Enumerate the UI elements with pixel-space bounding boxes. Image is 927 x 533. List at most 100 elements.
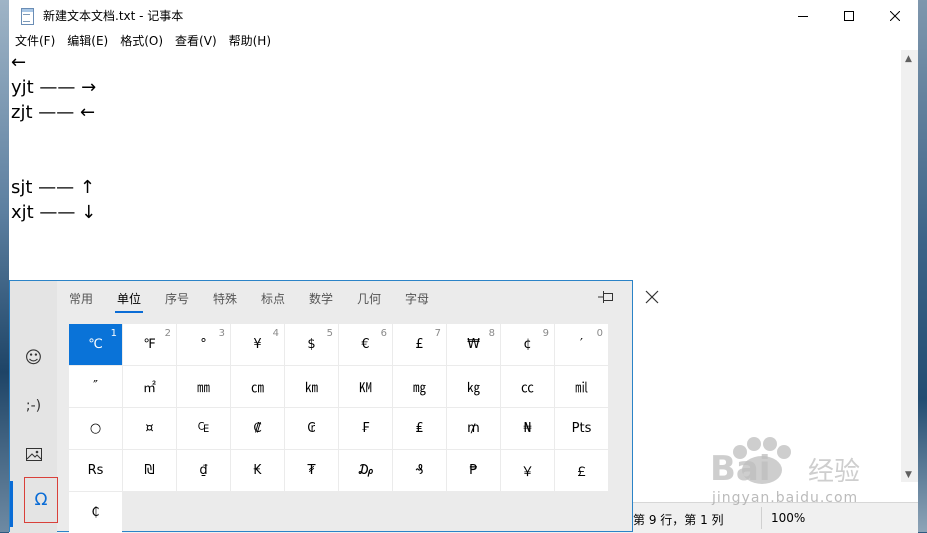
symbol-cell[interactable]: ㏄ (501, 366, 554, 407)
symbol-glyph: ₪ (144, 463, 155, 478)
symbol-cell[interactable]: £7 (393, 324, 446, 365)
tab-common[interactable]: 常用 (69, 290, 93, 307)
tab-letters[interactable]: 字母 (405, 290, 429, 307)
symbol-cell[interactable]: ₱ (447, 450, 500, 491)
tab-math[interactable]: 数学 (309, 290, 333, 307)
cursor-position: 第 9 行，第 1 列 (633, 513, 724, 527)
symbol-cell[interactable]: ㏕ (555, 366, 608, 407)
symbol-cell[interactable]: ㏎ (339, 366, 392, 407)
symbol-cell[interactable]: ₥ (447, 408, 500, 449)
tab-serial[interactable]: 序号 (165, 290, 189, 307)
scroll-down-icon[interactable]: ▼ (905, 470, 912, 480)
symbol-glyph: ¤ (145, 421, 154, 436)
symbol-cell[interactable]: ㎜ (177, 366, 230, 407)
symbols-category-button[interactable]: Ω (24, 477, 58, 523)
symbol-cell[interactable]: ￥ (501, 450, 554, 491)
tab-punctuation[interactable]: 标点 (261, 290, 285, 307)
symbol-cell[interactable]: ₰ (393, 450, 446, 491)
pin-button[interactable] (597, 289, 617, 305)
symbol-cell[interactable]: ¢ 9 (501, 324, 554, 365)
tab-geometry[interactable]: 几何 (357, 290, 381, 307)
smiley-icon: ☺ (24, 348, 43, 368)
symbol-cell[interactable]: ¥4 (231, 324, 284, 365)
symbol-glyph: ₤ (415, 421, 424, 436)
symbol-cell[interactable]: Pts (555, 408, 608, 449)
panel-close-button[interactable] (645, 288, 659, 309)
symbol-cell[interactable]: ₩8 (447, 324, 500, 365)
symbol-cell[interactable]: ₤ (393, 408, 446, 449)
vertical-scrollbar[interactable]: ▲ ▼ (901, 50, 918, 482)
symbol-cell[interactable]: ″ (69, 366, 122, 407)
symbol-cell[interactable]: ㎝ (231, 366, 284, 407)
symbol-cell[interactable]: ₵ (69, 492, 122, 533)
symbol-cell[interactable]: ℃ 1 (69, 324, 122, 365)
symbol-shortcut-number: 4 (272, 328, 279, 339)
tab-special[interactable]: 特殊 (213, 290, 237, 307)
close-button[interactable] (872, 0, 918, 31)
symbol-glyph: ㎝ (250, 381, 264, 396)
symbol-cell[interactable]: ° 3 (177, 324, 230, 365)
symbol-cell[interactable]: ㎏ (447, 366, 500, 407)
window-title: 新建文本文档.txt - 记事本 (43, 9, 184, 23)
symbol-cell[interactable]: ₠ (177, 408, 230, 449)
symbol-glyph: ㎜ (196, 381, 210, 396)
symbol-cell[interactable]: $5 (285, 324, 338, 365)
title-bar[interactable]: 新建文本文档.txt - 记事本 (9, 0, 918, 31)
symbol-cell[interactable]: ₭ (231, 450, 284, 491)
maximize-icon (844, 10, 854, 21)
symbol-glyph: ₠ (197, 421, 210, 436)
symbol-cell[interactable]: ℉ 2 (123, 324, 176, 365)
menu-file[interactable]: 文件(F) (9, 32, 61, 49)
gif-category-button[interactable] (10, 431, 57, 477)
symbol-cell[interactable]: ㎡ (123, 366, 176, 407)
image-icon (25, 447, 42, 461)
symbol-cell[interactable]: ¤ (123, 408, 176, 449)
scroll-up-icon[interactable]: ▲ (905, 54, 912, 64)
symbol-glyph: ㎎ (412, 381, 426, 396)
panel-sidebar: ☺ ;-) Ω (10, 281, 58, 533)
emoji-category-button[interactable]: ☺ (10, 335, 57, 381)
symbol-glyph: ￡ (574, 465, 588, 480)
editor-line: xjt —— ↓ (11, 202, 97, 223)
symbol-cell[interactable]: ₢ (285, 408, 338, 449)
window-controls (780, 0, 918, 31)
symbol-cell[interactable]: ′ 0 (555, 324, 608, 365)
symbol-cell[interactable]: ₡ (231, 408, 284, 449)
pin-icon (598, 291, 613, 303)
symbol-cell[interactable]: ₣ (339, 408, 392, 449)
kaomoji-category-button[interactable]: ;-) (10, 383, 57, 429)
symbol-glyph: € (361, 337, 370, 352)
symbol-cell[interactable]: ₯ (339, 450, 392, 491)
symbol-shortcut-number: 0 (596, 328, 603, 339)
minimize-button[interactable] (780, 0, 826, 31)
tab-units[interactable]: 单位 (117, 290, 141, 307)
menu-help[interactable]: 帮助(H) (223, 32, 277, 49)
symbol-glyph: ℉ (143, 337, 156, 352)
symbol-glyph: ㏄ (520, 381, 534, 396)
menu-edit[interactable]: 编辑(E) (61, 32, 114, 49)
symbol-cell[interactable]: €6 (339, 324, 392, 365)
symbol-tabs: 常用 单位 序号 特殊 标点 数学 几何 字母 (57, 281, 659, 315)
editor-line: zjt —— ← (11, 102, 96, 123)
symbol-cell[interactable]: ₦ (501, 408, 554, 449)
symbol-shortcut-number: 8 (488, 328, 495, 339)
symbol-cell[interactable]: Rs (69, 450, 122, 491)
symbol-glyph: ° (200, 337, 207, 352)
maximize-button[interactable] (826, 0, 872, 31)
symbol-glyph: Pts (571, 421, 592, 436)
symbol-cell[interactable]: ₪ (123, 450, 176, 491)
symbol-glyph: ㎞ (304, 381, 318, 396)
omega-icon: Ω (34, 490, 48, 510)
symbol-cell[interactable]: ￡ (555, 450, 608, 491)
symbol-cell[interactable]: ₮ (285, 450, 338, 491)
symbol-shortcut-number: 2 (164, 328, 171, 339)
symbol-cell[interactable]: ₫ (177, 450, 230, 491)
editor-line: sjt —— ↑ (11, 177, 95, 198)
symbol-cell[interactable]: ○ (69, 408, 122, 449)
symbol-glyph: Rs (87, 463, 104, 478)
menu-view[interactable]: 查看(V) (169, 32, 223, 49)
symbol-glyph: ₣ (361, 421, 370, 436)
menu-format[interactable]: 格式(O) (114, 32, 169, 49)
symbol-cell[interactable]: ㎞ (285, 366, 338, 407)
symbol-cell[interactable]: ㎎ (393, 366, 446, 407)
